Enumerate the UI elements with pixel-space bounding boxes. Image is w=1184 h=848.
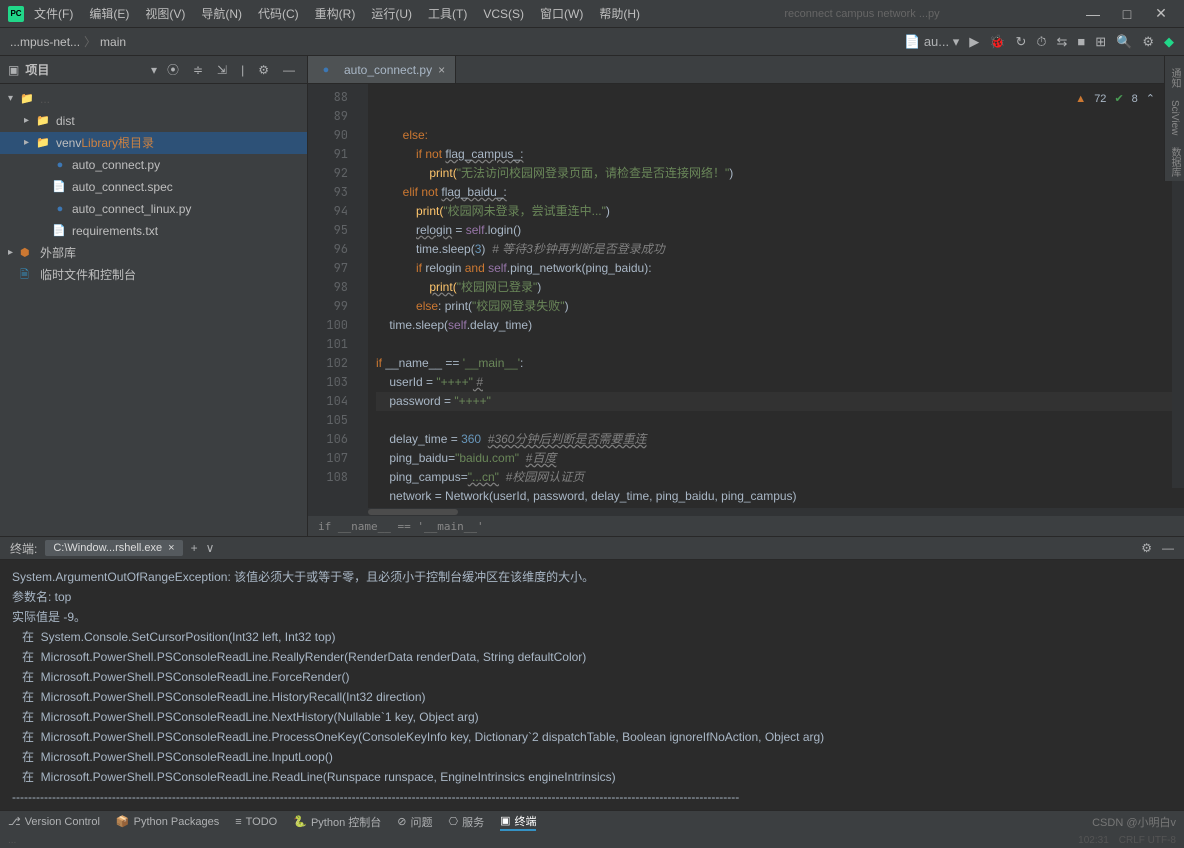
tree-file-py2[interactable]: ●auto_connect_linux.py (0, 198, 307, 220)
menu-refactor[interactable]: 重构(R) (309, 3, 362, 24)
debug-button[interactable]: 🐞 (989, 34, 1005, 50)
side-notifications[interactable]: 通知 (1167, 64, 1182, 92)
status-hint: ... (8, 835, 16, 846)
editor-pane: ● auto_connect.py × 88899091929394959697… (308, 56, 1184, 536)
menu-view[interactable]: 视图(V) (139, 3, 191, 24)
breadcrumb[interactable]: ...mpus-net...〉main (10, 33, 126, 50)
menu-run[interactable]: 运行(U) (365, 3, 418, 24)
sb-problems[interactable]: ⊘ 问题 (397, 814, 432, 830)
code-with-me-icon[interactable]: ◆ (1164, 34, 1174, 50)
tree-scratch[interactable]: 🗎临时文件和控制台 (0, 264, 307, 286)
terminal-dropdown[interactable]: ∨ (206, 541, 215, 555)
sb-terminal[interactable]: ▣ 终端 (500, 813, 536, 831)
terminal-body[interactable]: System.ArgumentOutOfRangeException: 该值必须… (0, 560, 1184, 808)
tree-file-py1[interactable]: ●auto_connect.py (0, 154, 307, 176)
terminal-tab[interactable]: C:\Window...rshell.exe× (45, 540, 182, 556)
tab-label: auto_connect.py (344, 63, 432, 77)
project-dropdown-icon[interactable]: ▾ (151, 63, 157, 77)
crumb-1: ...mpus-net... (10, 35, 80, 49)
tree-external[interactable]: ▸⬢外部库 (0, 242, 307, 264)
project-tree[interactable]: ▾📁... ▸📁dist ▸📁venv Library根目录 ●auto_con… (0, 84, 307, 290)
collapse-icon[interactable]: ⇲ (213, 63, 231, 77)
line-gutter: 8889909192939495969798991001011021031041… (308, 84, 356, 508)
terminal-add[interactable]: + (191, 541, 198, 555)
nav-bar: ...mpus-net...〉main 📄 au... ▾ ▶ 🐞 ↻ ⏱ ⇆ … (0, 28, 1184, 56)
menu-window[interactable]: 窗口(W) (534, 3, 589, 24)
fold-gutter[interactable] (356, 84, 368, 508)
run-config-select[interactable]: 📄 au... ▾ (904, 34, 959, 50)
concurrency-button[interactable]: ⇆ (1056, 34, 1067, 50)
menu-vcs[interactable]: VCS(S) (477, 5, 530, 23)
menu-help[interactable]: 帮助(H) (593, 3, 646, 24)
coverage-button[interactable]: ↻ (1015, 34, 1026, 50)
minimize-button[interactable]: — (1078, 6, 1108, 22)
menu-file[interactable]: 文件(F) (28, 3, 79, 24)
tree-root[interactable]: ▾📁... (0, 88, 307, 110)
project-header: ▣ 项目 ▾ ⦿ ≑ ⇲ | ⚙ — (0, 56, 307, 84)
editor-tabs: ● auto_connect.py × (308, 56, 1184, 84)
right-side-toolbar: 通知 SciView 数据库 (1164, 56, 1184, 181)
close-button[interactable]: ✕ (1146, 5, 1176, 22)
main-split: ▣ 项目 ▾ ⦿ ≑ ⇲ | ⚙ — ▾📁... ▸📁dist ▸📁venv L… (0, 56, 1184, 536)
sb-packages[interactable]: 📦 Python Packages (116, 815, 219, 828)
divider: | (237, 63, 248, 77)
status-encoding[interactable]: CRLF UTF-8 (1119, 835, 1176, 846)
titlebar: PC 文件(F) 编辑(E) 视图(V) 导航(N) 代码(C) 重构(R) 运… (0, 0, 1184, 28)
run-button[interactable]: ▶ (969, 34, 979, 50)
term-tab-close[interactable]: × (168, 542, 174, 554)
warn-count: 72 (1094, 90, 1106, 109)
side-sciview[interactable]: SciView (1169, 96, 1180, 139)
code-body[interactable]: ▲72 ✔8 ⌃ ⋮ else: if not flag_campus_: pr… (368, 84, 1184, 508)
window-title: reconnect campus network ...py (650, 8, 1074, 20)
menu-tools[interactable]: 工具(T) (422, 3, 473, 24)
editor-tab-auto-connect[interactable]: ● auto_connect.py × (308, 56, 456, 83)
sb-todo[interactable]: ≡ TODO (235, 816, 277, 828)
watermark: CSDN @小明白v (1092, 814, 1176, 830)
status-bar: ... 102:31 CRLF UTF-8 (0, 832, 1184, 848)
project-label[interactable]: 项目 (25, 61, 145, 78)
stop-button[interactable]: ■ (1077, 34, 1085, 49)
search-icon[interactable]: 🔍 (1116, 34, 1132, 50)
crumb-2: main (100, 35, 126, 49)
terminal-label: 终端: (10, 540, 37, 557)
profile-button[interactable]: ⏱ (1036, 34, 1046, 50)
update-button[interactable]: ⊞ (1095, 34, 1106, 50)
tree-dist[interactable]: ▸📁dist (0, 110, 307, 132)
pycharm-logo: PC (8, 6, 24, 22)
editor-breadcrumb[interactable]: if __name__ == '__main__' (308, 516, 1184, 536)
tree-venv[interactable]: ▸📁venv Library根目录 (0, 132, 307, 154)
ok-count: 8 (1132, 90, 1138, 109)
menu-nav[interactable]: 导航(N) (195, 3, 248, 24)
tree-file-req[interactable]: 📄requirements.txt (0, 220, 307, 242)
sb-services[interactable]: ⎔ 服务 (448, 814, 484, 830)
close-tab-icon[interactable]: × (438, 63, 445, 77)
code-area[interactable]: 8889909192939495969798991001011021031041… (308, 84, 1184, 508)
folder-icon: ▣ (8, 63, 19, 77)
side-database[interactable]: 数据库 (1167, 143, 1182, 181)
gear-icon[interactable]: ⚙ (254, 63, 273, 77)
menu-edit[interactable]: 编辑(E) (83, 3, 135, 24)
tool-buttons-bar: ⎇ Version Control 📦 Python Packages ≡ TO… (0, 810, 1184, 832)
terminal-hide-icon[interactable]: — (1162, 541, 1174, 555)
editor-hscroll[interactable] (308, 508, 1184, 516)
inspection-widget[interactable]: ▲72 ✔8 ⌃ ⋮ (1071, 88, 1178, 111)
hide-icon[interactable]: — (279, 63, 299, 77)
menu-code[interactable]: 代码(C) (252, 3, 305, 24)
expand-icon[interactable]: ≑ (189, 63, 207, 77)
sb-pyconsole[interactable]: 🐍 Python 控制台 (293, 814, 381, 830)
settings-icon[interactable]: ⚙ (1142, 34, 1154, 50)
locate-icon[interactable]: ⦿ (163, 61, 183, 78)
python-icon: ● (318, 64, 334, 76)
status-position[interactable]: 102:31 (1078, 835, 1109, 846)
tree-file-spec[interactable]: 📄auto_connect.spec (0, 176, 307, 198)
project-pane: ▣ 项目 ▾ ⦿ ≑ ⇲ | ⚙ — ▾📁... ▸📁dist ▸📁venv L… (0, 56, 308, 536)
sb-vcs[interactable]: ⎇ Version Control (8, 815, 100, 828)
terminal-gear-icon[interactable]: ⚙ (1141, 541, 1152, 555)
maximize-button[interactable]: □ (1112, 6, 1142, 22)
terminal-header: 终端: C:\Window...rshell.exe× + ∨ ⚙ — (0, 536, 1184, 560)
